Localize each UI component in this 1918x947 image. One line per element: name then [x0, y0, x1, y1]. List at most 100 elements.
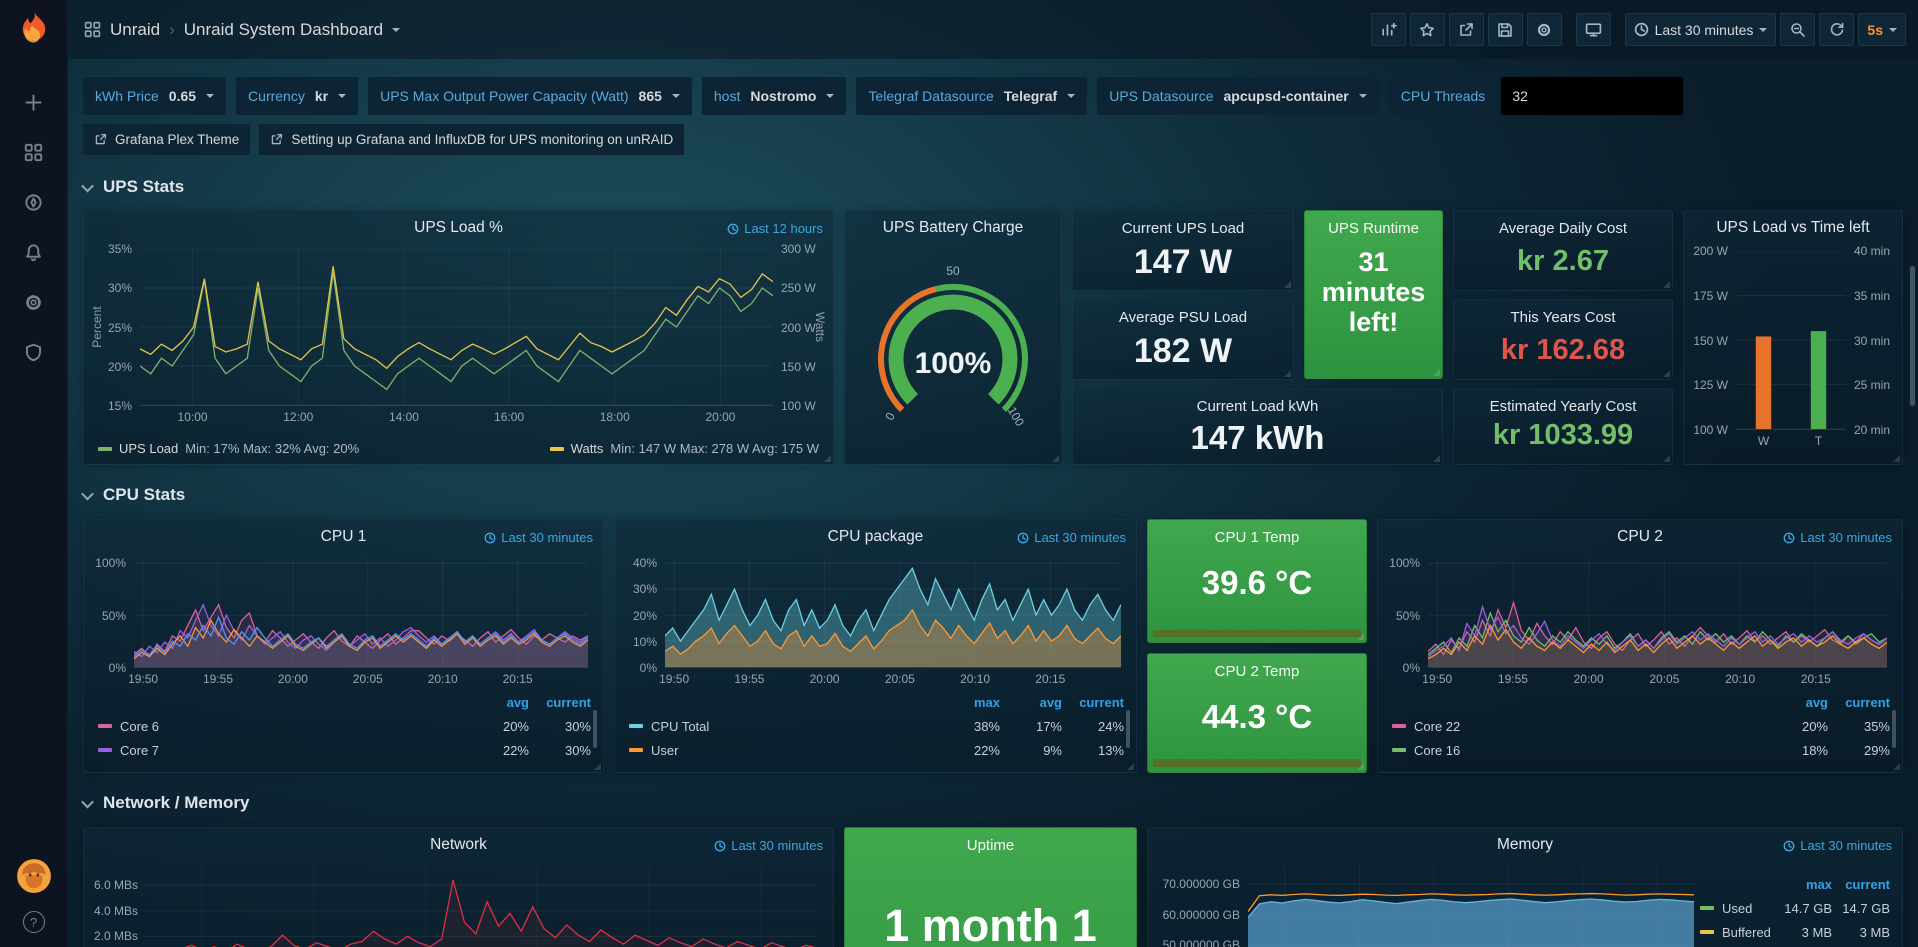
row-header-cpu-stats[interactable]: CPU Stats	[83, 483, 185, 507]
legend-sort-current[interactable]: current	[1062, 695, 1124, 710]
ups-load-chart[interactable]: Percent 35%30%25%20%15% 300 W250 W200 W1…	[96, 249, 821, 406]
series-swatch	[1700, 930, 1714, 934]
row-header-network-memory[interactable]: Network / Memory	[83, 791, 249, 815]
panel-title[interactable]: Memory	[1188, 828, 1862, 862]
legend-series[interactable]: Used	[1700, 901, 1774, 916]
legend-series[interactable]: CPU Total	[629, 719, 938, 734]
legend-sort-max[interactable]: max	[938, 695, 1000, 710]
legend-series[interactable]: Buffered	[1700, 925, 1774, 940]
variable-currency[interactable]: Currencykr	[236, 77, 358, 115]
scrollbar[interactable]	[1126, 710, 1130, 748]
plot-area[interactable]	[1248, 866, 1694, 947]
plot-area[interactable]	[134, 558, 588, 668]
panel-title[interactable]: CPU 1 Temp	[1154, 529, 1360, 546]
cpu2-chart[interactable]: 100%50%0% 19:5019:5520:0020:0520:1020:15	[1388, 558, 1892, 668]
legend-series[interactable]: Core 22	[1392, 719, 1766, 734]
star-dashboard-button[interactable]	[1410, 13, 1445, 46]
sidebar-item-explore[interactable]	[24, 193, 43, 212]
legend-series[interactable]: Core 6	[98, 719, 467, 734]
panel-title[interactable]: Current Load kWh	[1079, 398, 1436, 415]
scrollbar[interactable]	[593, 710, 597, 748]
plot-area[interactable]	[140, 249, 773, 406]
x-axis: 19:5019:5520:0020:0520:1020:15	[665, 668, 1121, 688]
plot-area[interactable]	[146, 866, 817, 947]
cycle-view-mode-button[interactable]	[1576, 13, 1611, 46]
plot-area[interactable]	[1428, 558, 1887, 668]
grafana-logo[interactable]	[16, 10, 52, 51]
panel-title[interactable]: Estimated Yearly Cost	[1460, 398, 1666, 415]
time-range-picker[interactable]: Last 30 minutes	[1625, 13, 1777, 46]
series-name: Used	[1722, 901, 1752, 916]
legend-sort-current[interactable]: current	[1828, 695, 1890, 710]
cpu1-chart[interactable]: 100%50%0% 19:5019:5520:0020:0520:1020:15	[94, 558, 593, 668]
variable-kwh-price[interactable]: kWh Price0.65	[83, 77, 226, 115]
clock-icon	[1783, 840, 1795, 852]
y-axis-left: 6.0 MBs4.0 MBs2.0 MBs	[94, 866, 144, 947]
legend-series[interactable]: Core 7	[98, 743, 467, 758]
add-panel-button[interactable]	[1371, 13, 1406, 46]
sidebar-item-server-admin[interactable]	[24, 343, 43, 362]
panel-title[interactable]: This Years Cost	[1460, 309, 1666, 326]
plot-area[interactable]	[665, 558, 1121, 668]
legend-sort-max[interactable]: max	[1774, 877, 1832, 892]
series-name: Core 22	[1414, 719, 1460, 734]
plot-area[interactable]	[1736, 251, 1846, 430]
series-name: Core 6	[120, 719, 159, 734]
memory-chart[interactable]: 70.000000 GB60.000000 GB50.000000 GB	[1158, 866, 1694, 947]
panel-title[interactable]: UPS Load %	[124, 211, 793, 245]
legend-value: 22%	[467, 743, 529, 758]
variable-telegraf-datasource[interactable]: Telegraf DatasourceTelegraf	[856, 77, 1087, 115]
save-dashboard-button[interactable]	[1488, 13, 1523, 46]
series-swatch	[629, 724, 643, 728]
link-grafana-plex-theme[interactable]: Grafana Plex Theme	[83, 124, 250, 155]
cpu-package-chart[interactable]: 40%30%20%10%0% 19:5019:5520:0020:0520:10…	[625, 558, 1126, 668]
panel-title[interactable]: CPU 2 Temp	[1154, 663, 1360, 680]
page-scrollbar[interactable]	[1910, 266, 1915, 406]
panel-title[interactable]: Uptime	[851, 837, 1130, 854]
refresh-interval-picker[interactable]: 5s	[1858, 13, 1906, 46]
dashboard-links: Grafana Plex Theme Setting up Grafana an…	[83, 124, 684, 155]
legend-series-ups-load[interactable]: UPS LoadMin: 17% Max: 32% Avg: 20%	[98, 441, 359, 456]
panel-ups-battery-charge: UPS Battery Charge 050100100%	[844, 210, 1062, 465]
chevron-down-icon	[1889, 28, 1897, 32]
sidebar: ?	[0, 0, 68, 947]
panel-title[interactable]: UPS Load vs Time left	[1692, 211, 1894, 245]
ups-load-vs-time-chart[interactable]: 200 W175 W150 W125 W100 W 40 min35 min30…	[1690, 251, 1896, 430]
dashboard-settings-button[interactable]	[1527, 13, 1562, 46]
legend-sort-avg[interactable]: avg	[1766, 695, 1828, 710]
sidebar-item-dashboards[interactable]	[24, 143, 43, 162]
legend-sort-avg[interactable]: avg	[1000, 695, 1062, 710]
refresh-button[interactable]	[1819, 13, 1854, 46]
legend-sort-current[interactable]: current	[529, 695, 591, 710]
legend-series[interactable]: Core 16	[1392, 743, 1766, 758]
scrollbar[interactable]	[1892, 710, 1896, 748]
sidebar-item-help[interactable]: ?	[23, 911, 45, 933]
panel-title[interactable]: Average Daily Cost	[1460, 220, 1666, 237]
panel-title[interactable]: Current UPS Load	[1079, 220, 1287, 237]
legend-sort-current[interactable]: current	[1832, 877, 1890, 892]
network-chart[interactable]: 6.0 MBs4.0 MBs2.0 MBs	[94, 866, 823, 947]
zoom-out-button[interactable]	[1780, 13, 1815, 46]
panel-title[interactable]: UPS Runtime	[1311, 220, 1436, 237]
sidebar-item-create[interactable]	[24, 93, 43, 112]
variable-ups-max-output[interactable]: UPS Max Output Power Capacity (Watt)865	[368, 77, 692, 115]
sidebar-item-configuration[interactable]	[24, 293, 43, 312]
panel-title[interactable]: Network	[124, 828, 793, 862]
legend-sort-avg[interactable]: avg	[467, 695, 529, 710]
share-dashboard-button[interactable]	[1449, 13, 1484, 46]
variable-host[interactable]: hostNostromo	[702, 77, 847, 115]
cpu-threads-input[interactable]	[1501, 77, 1683, 115]
user-avatar[interactable]	[17, 859, 51, 893]
legend-series-watts[interactable]: WattsMin: 147 W Max: 278 W Avg: 175 W	[550, 441, 819, 456]
legend-series[interactable]: User	[629, 743, 938, 758]
breadcrumb-folder[interactable]: Unraid	[110, 20, 160, 40]
link-ups-monitoring-guide[interactable]: Setting up Grafana and InfluxDB for UPS …	[259, 124, 684, 155]
panel-title[interactable]: Average PSU Load	[1079, 309, 1287, 326]
panel-title[interactable]: UPS Battery Charge	[855, 211, 1051, 245]
sidebar-item-alerting[interactable]	[24, 243, 43, 262]
row-header-ups-stats[interactable]: UPS Stats	[83, 175, 184, 199]
row-title: UPS Stats	[103, 177, 184, 197]
dashboards-grid-icon[interactable]	[84, 21, 101, 38]
variable-ups-datasource[interactable]: UPS Datasourceapcupsd-container	[1097, 77, 1379, 115]
breadcrumb-dashboard-title[interactable]: Unraid System Dashboard	[184, 20, 383, 40]
